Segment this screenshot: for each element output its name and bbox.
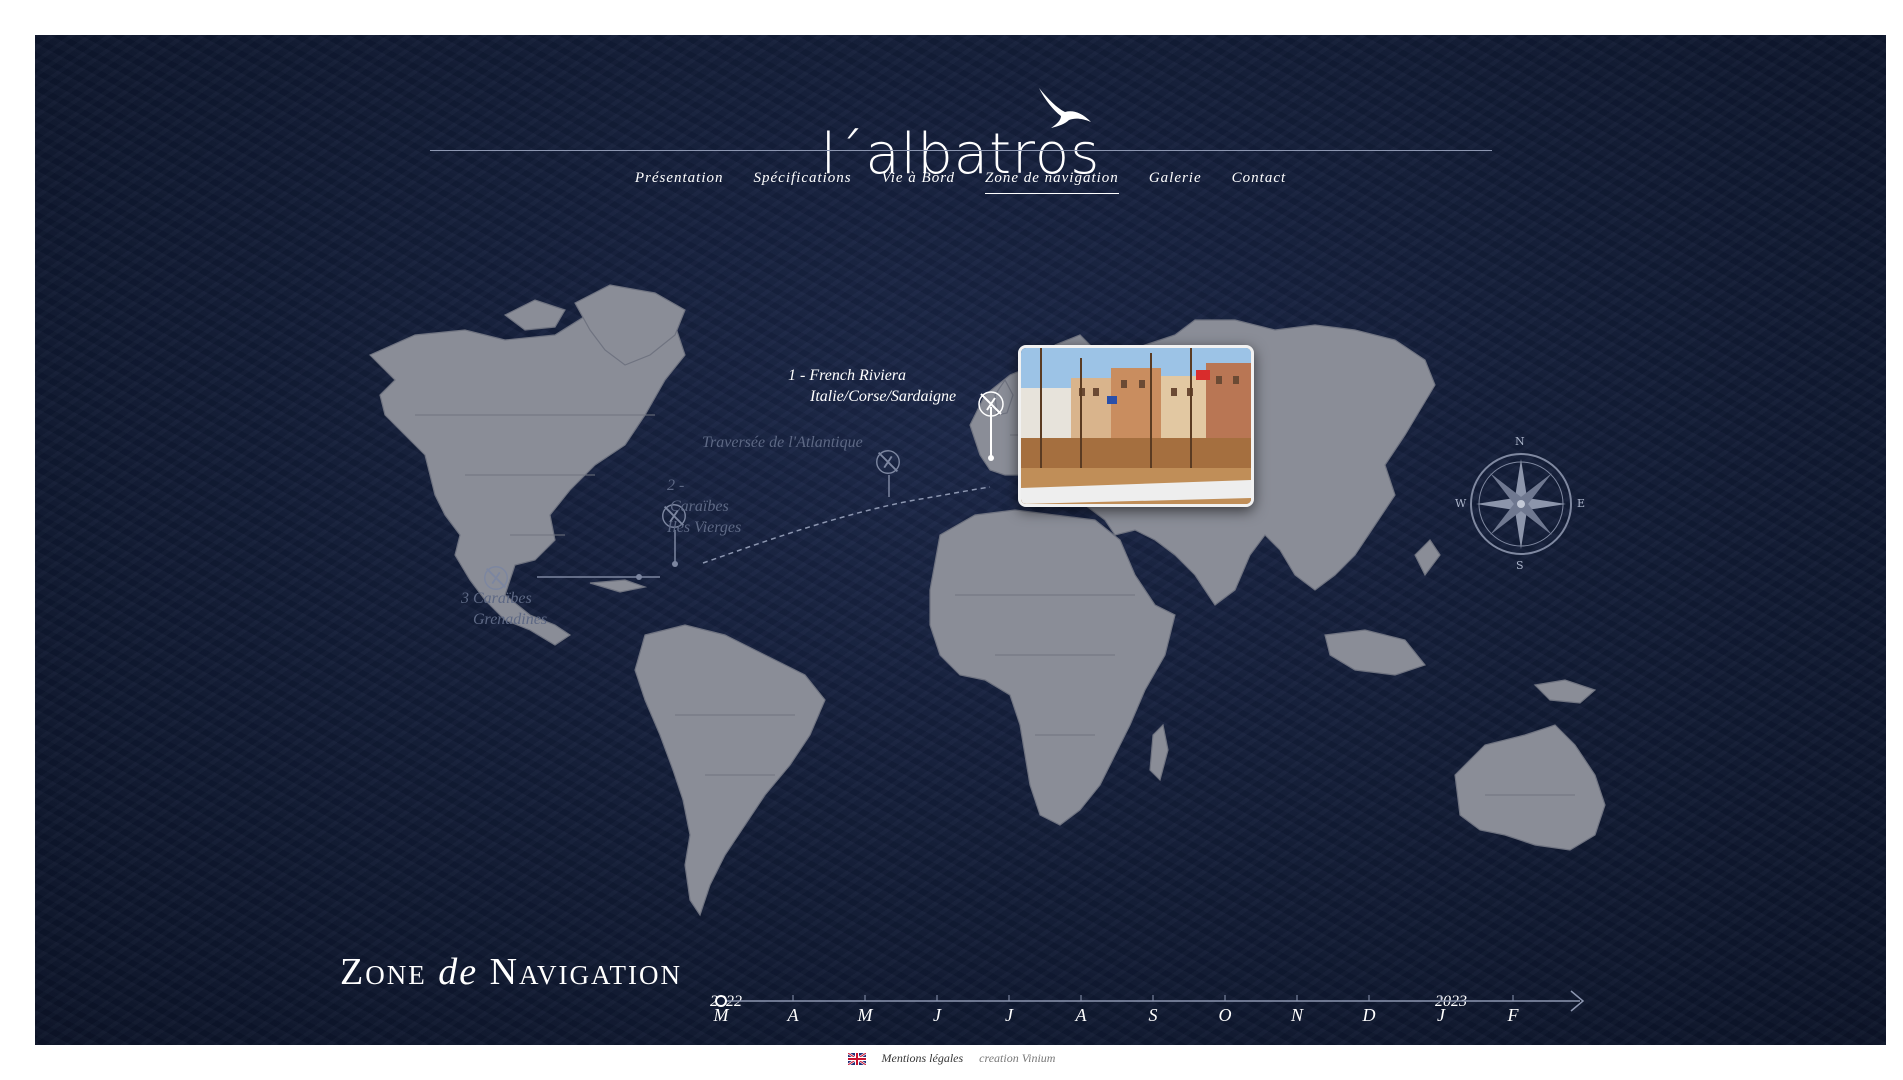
timeline-month-2[interactable]: A xyxy=(778,1005,808,1026)
timeline-month-12[interactable]: F xyxy=(1498,1005,1528,1026)
footer: Mentions légales creation Vinium xyxy=(0,1051,1903,1066)
timeline-month-11[interactable]: J xyxy=(1426,1005,1456,1026)
credit-link[interactable]: creation Vinium xyxy=(979,1051,1055,1066)
timeline-month-8[interactable]: O xyxy=(1210,1005,1240,1026)
timeline-month-4[interactable]: J xyxy=(922,1005,952,1026)
hero-background: l´albatros Présentation Spécifications V… xyxy=(35,35,1886,1045)
timeline-axis xyxy=(715,990,1585,1012)
timeline-month-10[interactable]: D xyxy=(1354,1005,1384,1026)
timeline-month-9[interactable]: N xyxy=(1282,1005,1312,1026)
timeline-month-6[interactable]: A xyxy=(1066,1005,1096,1026)
timeline-month-3[interactable]: M xyxy=(850,1005,880,1026)
timeline-month-5[interactable]: J xyxy=(994,1005,1024,1026)
timeline-month-7[interactable]: S xyxy=(1138,1005,1168,1026)
timeline-month-1[interactable]: M xyxy=(706,1005,736,1026)
legal-link[interactable]: Mentions légales xyxy=(882,1051,964,1066)
uk-flag-icon[interactable] xyxy=(847,1052,866,1065)
